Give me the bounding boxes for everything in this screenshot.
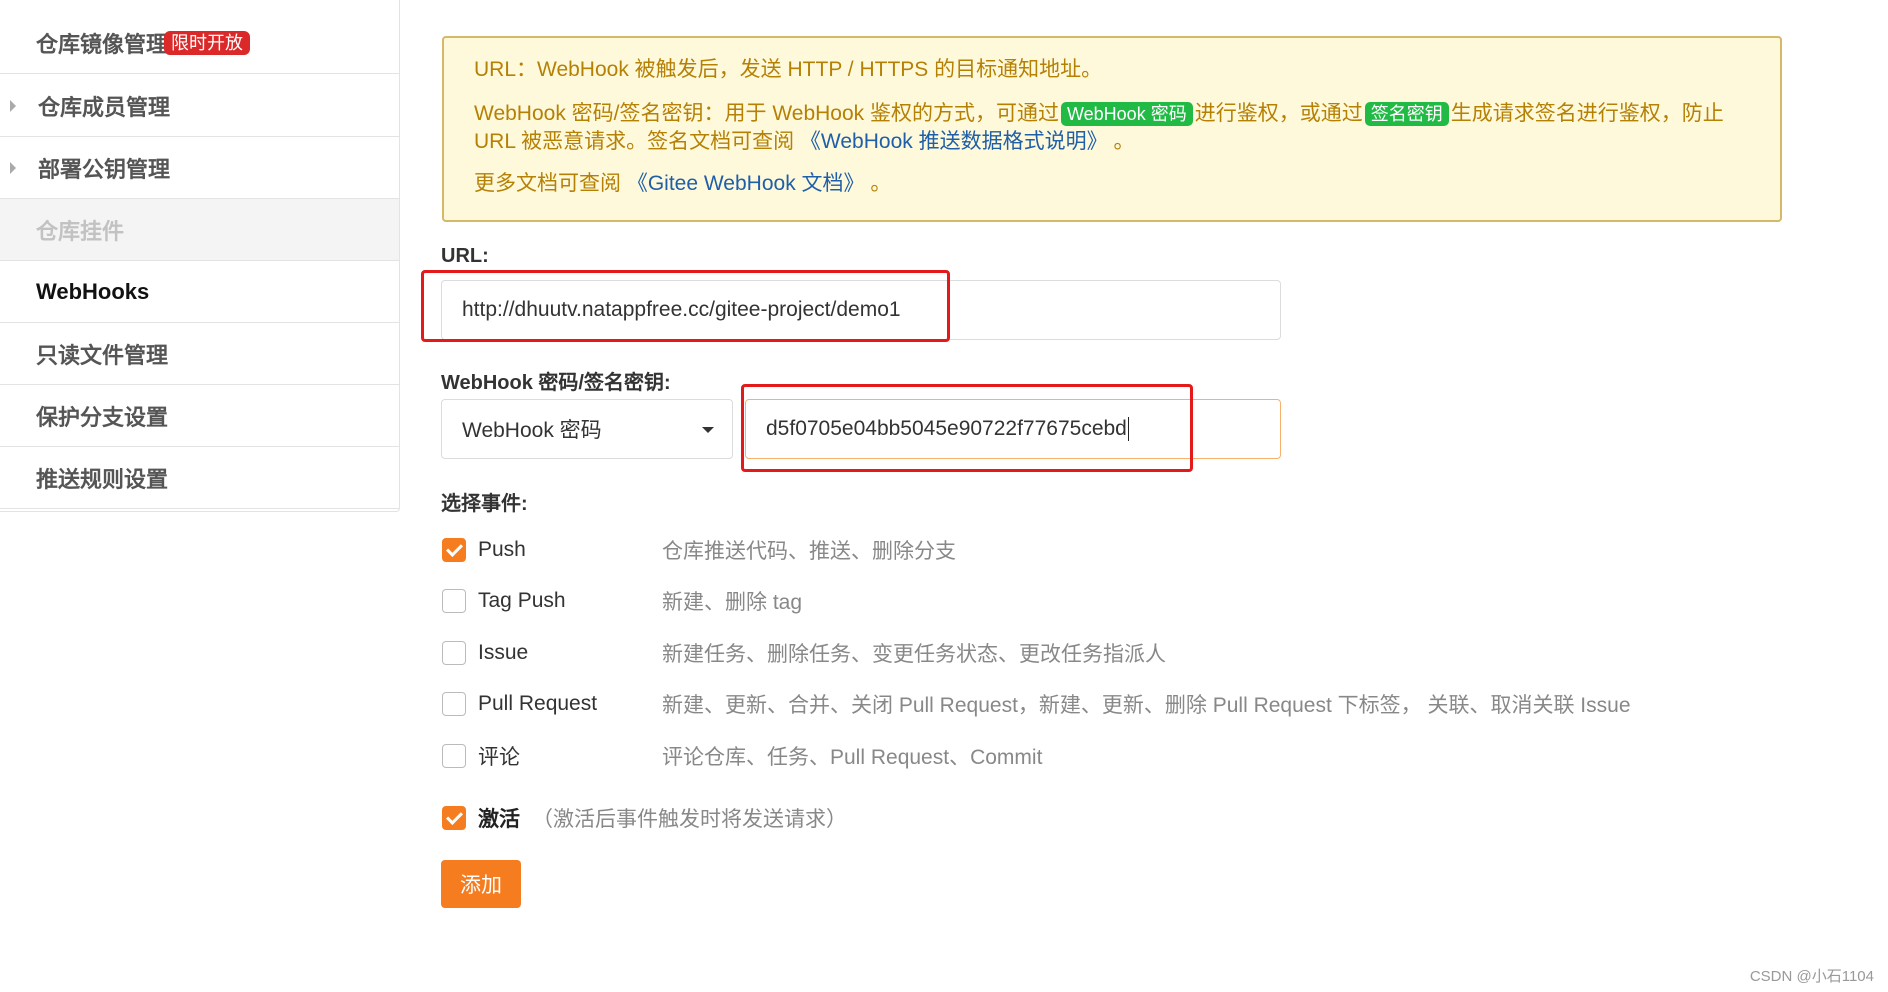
activate-note: （激活后事件触发时将发送请求） <box>532 808 847 831</box>
notice-text: WebHook 密码/签名密钥：用于 WebHook 鉴权的方式，可通过 <box>474 102 1059 125</box>
auth-type-selected: WebHook 密码 <box>462 419 602 442</box>
sidebar-item-label: 保护分支设置 <box>36 404 169 430</box>
sidebar-item-label: 仓库成员管理 <box>38 94 171 120</box>
url-label: URL: <box>441 245 489 267</box>
event-row-comment: 评论 评论仓库、任务、Pull Request、Commit <box>442 741 1042 771</box>
tag-push-checkbox[interactable] <box>442 589 466 613</box>
tag-webhook-password: WebHook 密码 <box>1060 102 1193 126</box>
notice-text: URL：WebHook 被触发后，发送 HTTP / HTTPS 的目标通知地址… <box>474 58 1103 81</box>
notice-text: 。 <box>1113 130 1135 153</box>
link-push-data-format[interactable]: 《WebHook 推送数据格式说明》 <box>800 130 1108 153</box>
dropdown-caret-icon <box>702 427 714 433</box>
event-desc: 新建、更新、合并、关闭 Pull Request，新建、更新、删除 Pull R… <box>662 694 1631 717</box>
event-row-issue: Issue 新建任务、删除任务、变更任务状态、更改任务指派人 <box>442 638 1166 668</box>
event-row-pull-request: Pull Request 新建、更新、合并、关闭 Pull Request，新建… <box>442 689 1631 719</box>
activate-checkbox[interactable] <box>442 806 466 830</box>
event-desc: 评论仓库、任务、Pull Request、Commit <box>662 746 1043 769</box>
notice-text: 更多文档可查阅 <box>474 172 621 195</box>
secret-label: WebHook 密码/签名密钥: <box>441 372 671 394</box>
activate-row: 激活 （激活后事件触发时将发送请求） <box>442 803 847 833</box>
event-desc: 仓库推送代码、推送、删除分支 <box>662 540 956 563</box>
issue-checkbox[interactable] <box>442 641 466 665</box>
activate-label: 激活 <box>478 808 520 831</box>
caret-right-icon <box>10 99 16 112</box>
notice-url-line: URL：WebHook 被触发后，发送 HTTP / HTTPS 的目标通知地址… <box>474 56 1750 84</box>
sidebar-item-webhooks[interactable]: WebHooks <box>0 261 399 323</box>
webhook-notice: URL：WebHook 被触发后，发送 HTTP / HTTPS 的目标通知地址… <box>442 36 1782 222</box>
sidebar-item-label: 只读文件管理 <box>36 342 169 368</box>
event-name: Pull Request <box>478 692 598 715</box>
caret-right-icon <box>10 161 16 174</box>
settings-sidebar: 仓库镜像管理 限时开放 仓库成员管理 部署公钥管理 仓库挂件 WebHooks … <box>0 0 400 512</box>
link-gitee-webhook-docs[interactable]: 《Gitee WebHook 文档》 <box>627 172 865 195</box>
highlight-box-url <box>421 270 950 342</box>
sidebar-item-deploy-keys[interactable]: 部署公钥管理 <box>0 137 399 199</box>
event-row-push: Push 仓库推送代码、推送、删除分支 <box>442 535 956 565</box>
notice-docs-line: 更多文档可查阅 《Gitee WebHook 文档》 。 <box>474 170 1750 198</box>
event-row-tag-push: Tag Push 新建、删除 tag <box>442 586 802 616</box>
event-name: 评论 <box>478 746 520 769</box>
sidebar-item-mirror[interactable]: 仓库镜像管理 限时开放 <box>0 12 399 74</box>
add-button[interactable]: 添加 <box>441 860 521 908</box>
notice-text: 进行鉴权，或通过 <box>1194 102 1363 125</box>
limited-badge: 限时开放 <box>164 31 250 55</box>
notice-text: 。 <box>870 172 892 195</box>
sidebar-item-label: 仓库镜像管理 <box>36 31 169 57</box>
sidebar-item-readonly-files[interactable]: 只读文件管理 <box>0 323 399 385</box>
sidebar-item-push-rules[interactable]: 推送规则设置 <box>0 447 399 509</box>
event-name: Push <box>478 538 526 561</box>
event-name: Issue <box>478 641 529 664</box>
sidebar-item-label: WebHooks <box>36 278 150 304</box>
sidebar-item-protected-branches[interactable]: 保护分支设置 <box>0 385 399 447</box>
event-desc: 新建任务、删除任务、变更任务状态、更改任务指派人 <box>662 643 1166 666</box>
tag-signing-key: 签名密钥 <box>1364 102 1449 126</box>
push-checkbox[interactable] <box>442 538 466 562</box>
sidebar-item-label: 推送规则设置 <box>36 466 169 492</box>
comment-checkbox[interactable] <box>442 744 466 768</box>
events-label: 选择事件: <box>441 493 528 515</box>
pull-request-checkbox[interactable] <box>442 692 466 716</box>
event-name: Tag Push <box>478 589 566 612</box>
auth-type-select[interactable]: WebHook 密码 <box>441 399 733 459</box>
highlight-box-secret <box>741 384 1193 472</box>
event-desc: 新建、删除 tag <box>662 591 803 614</box>
sidebar-item-label: 仓库挂件 <box>36 218 125 244</box>
sidebar-item-members[interactable]: 仓库成员管理 <box>0 75 399 137</box>
sidebar-item-label: 部署公钥管理 <box>38 156 171 182</box>
sidebar-item-widgets: 仓库挂件 <box>0 199 399 261</box>
watermark: CSDN @小石1104 <box>1749 968 1874 985</box>
notice-secret-line: WebHook 密码/签名密钥：用于 WebHook 鉴权的方式，可通过 WebH… <box>474 100 1750 156</box>
